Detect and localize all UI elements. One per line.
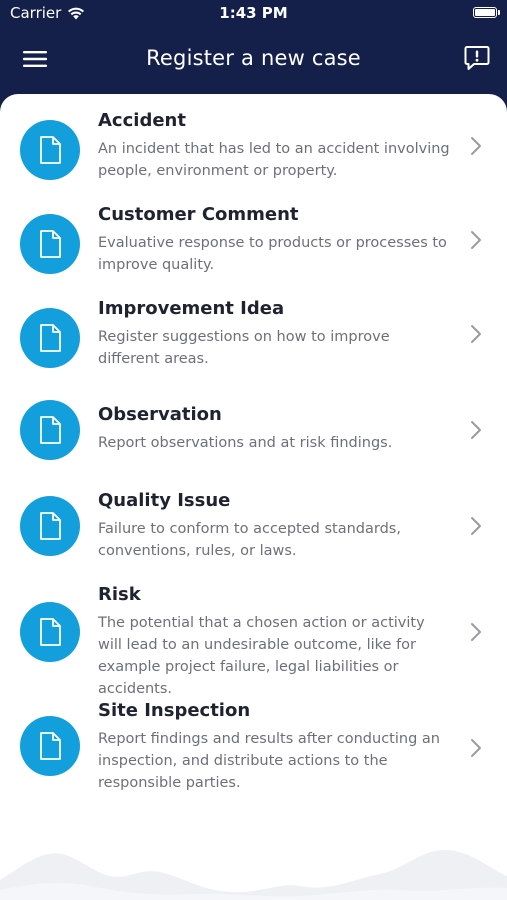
case-type-text: Quality Issue Failure to conform to acce…	[98, 490, 450, 562]
case-type-text: Risk The potential that a chosen action …	[98, 584, 450, 700]
document-icon-container	[20, 716, 80, 776]
battery-level	[475, 9, 495, 16]
case-type-description: Report findings and results after conduc…	[98, 730, 440, 791]
document-icon	[40, 732, 61, 760]
document-icon	[40, 416, 61, 444]
case-type-description: Report observations and at risk findings…	[98, 434, 393, 451]
case-type-title: Improvement Idea	[98, 298, 285, 319]
document-icon	[40, 324, 61, 352]
case-type-text: Improvement Idea Register suggestions on…	[98, 298, 450, 370]
case-type-text: Observation Report observations and at r…	[98, 404, 450, 454]
battery-icon	[473, 7, 500, 18]
chevron-right-icon	[471, 421, 481, 439]
document-icon-container	[20, 602, 80, 662]
document-icon	[40, 512, 61, 540]
case-type-sheet: Accident An incident that has led to an …	[0, 94, 507, 900]
document-icon	[40, 136, 61, 164]
navigation-bar: Register a new case	[0, 28, 507, 94]
chevron-right-icon	[471, 137, 481, 155]
chevron-right-icon	[471, 517, 481, 535]
case-type-description: Failure to conform to accepted standards…	[98, 520, 401, 559]
document-icon-container	[20, 496, 80, 556]
mountain-background-illustration	[0, 850, 507, 900]
chevron-right-icon	[471, 231, 481, 249]
chevron-right-icon	[471, 325, 481, 343]
case-type-text: Accident An incident that has led to an …	[98, 110, 450, 182]
document-icon-container	[20, 120, 80, 180]
status-bar: Carrier 1:43 PM	[0, 0, 507, 28]
status-time: 1:43 PM	[219, 4, 288, 22]
document-icon-container	[20, 214, 80, 274]
chevron-right-icon	[471, 739, 481, 757]
case-type-text: Site Inspection Report findings and resu…	[98, 700, 450, 794]
case-type-title: Quality Issue	[98, 490, 231, 511]
case-type-item-accident[interactable]: Accident An incident that has led to an …	[0, 98, 507, 192]
case-type-title: Observation	[98, 404, 222, 425]
case-type-text: Customer Comment Evaluative response to …	[98, 204, 450, 276]
case-type-description: An incident that has led to an accident …	[98, 140, 450, 179]
case-type-item-customer-comment[interactable]: Customer Comment Evaluative response to …	[0, 192, 507, 286]
case-type-item-quality-issue[interactable]: Quality Issue Failure to conform to acce…	[0, 468, 507, 572]
case-type-item-improvement-idea[interactable]: Improvement Idea Register suggestions on…	[0, 286, 507, 380]
case-type-description: Evaluative response to products or proce…	[98, 234, 447, 273]
document-icon	[40, 618, 61, 646]
case-type-title: Customer Comment	[98, 204, 299, 225]
page-title: Register a new case	[146, 46, 361, 70]
case-type-description: Register suggestions on how to improve d…	[98, 328, 390, 367]
document-icon-container	[20, 308, 80, 368]
chevron-right-icon	[471, 623, 481, 641]
case-type-item-risk[interactable]: Risk The potential that a chosen action …	[0, 572, 507, 697]
case-type-item-site-inspection[interactable]: Site Inspection Report findings and resu…	[0, 686, 507, 804]
document-icon	[40, 230, 61, 258]
case-type-title: Accident	[98, 110, 186, 131]
document-icon-container	[20, 400, 80, 460]
case-type-title: Site Inspection	[98, 700, 251, 721]
case-type-item-observation[interactable]: Observation Report observations and at r…	[0, 380, 507, 468]
feedback-icon[interactable]	[463, 44, 491, 72]
case-type-title: Risk	[98, 584, 141, 605]
